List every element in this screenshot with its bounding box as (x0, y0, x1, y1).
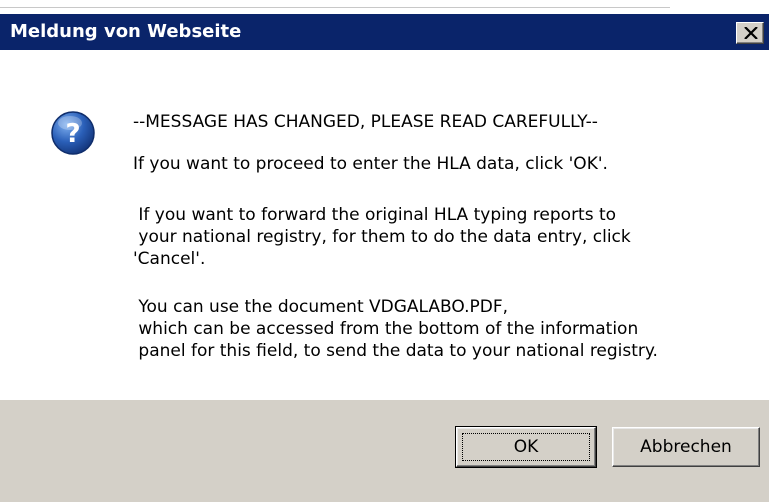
ok-button[interactable]: OK (455, 426, 597, 468)
dialog-title: Meldung von Webseite (10, 21, 242, 42)
svg-text:?: ? (65, 119, 80, 149)
message-dialog: Meldung von Webseite ? --MESSAGE HAS CHA… (0, 14, 769, 502)
focus-rect (462, 433, 590, 461)
background-divider (0, 7, 670, 8)
cancel-button-label: Abbrechen (640, 437, 732, 457)
close-icon (744, 27, 758, 39)
question-icon: ? (51, 111, 95, 155)
button-bar: OK Abbrechen (0, 400, 769, 502)
dialog-content: ? --MESSAGE HAS CHANGED, PLEASE READ CAR… (0, 50, 769, 400)
message-text: 'Cancel'. (133, 249, 206, 269)
message-text: which can be accessed from the bottom of… (133, 319, 639, 339)
cancel-button[interactable]: Abbrechen (612, 427, 760, 467)
message-heading: --MESSAGE HAS CHANGED, PLEASE READ CAREF… (133, 112, 598, 132)
message-text: your national registry, for them to do t… (133, 227, 631, 247)
message-text: panel for this field, to send the data t… (133, 341, 658, 361)
title-bar[interactable]: Meldung von Webseite (0, 14, 769, 50)
close-button[interactable] (736, 22, 764, 44)
message-text: If you want to proceed to enter the HLA … (133, 154, 608, 174)
message-text: You can use the document VDGALABO.PDF, (133, 297, 509, 317)
message-text: If you want to forward the original HLA … (133, 205, 617, 225)
background-strip (0, 0, 769, 14)
